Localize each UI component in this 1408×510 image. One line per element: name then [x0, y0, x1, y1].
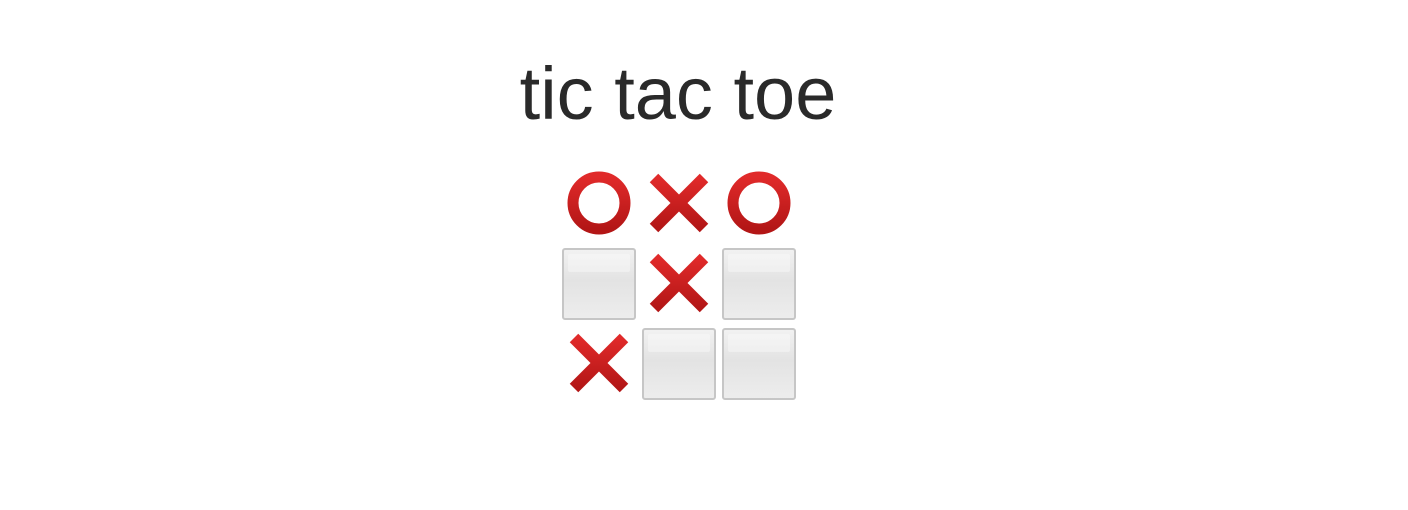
cell-1[interactable]: [642, 166, 716, 240]
page-title: tic tac toe: [519, 52, 837, 135]
game-board: [562, 166, 798, 402]
cell-7[interactable]: [642, 326, 716, 400]
empty-square-icon: [562, 248, 636, 320]
empty-square-icon: [642, 328, 716, 400]
circle-mark-icon: [727, 171, 791, 235]
cross-mark-icon: [569, 333, 629, 393]
cell-3[interactable]: [562, 246, 636, 320]
cell-0[interactable]: [562, 166, 636, 240]
cell-2[interactable]: [722, 166, 796, 240]
cell-8[interactable]: [722, 326, 796, 400]
cross-mark-icon: [649, 173, 709, 233]
cross-mark-icon: [649, 253, 709, 313]
cell-5[interactable]: [722, 246, 796, 320]
cell-4[interactable]: [642, 246, 716, 320]
circle-mark-icon: [567, 171, 631, 235]
empty-square-icon: [722, 328, 796, 400]
empty-square-icon: [722, 248, 796, 320]
cell-6[interactable]: [562, 326, 636, 400]
